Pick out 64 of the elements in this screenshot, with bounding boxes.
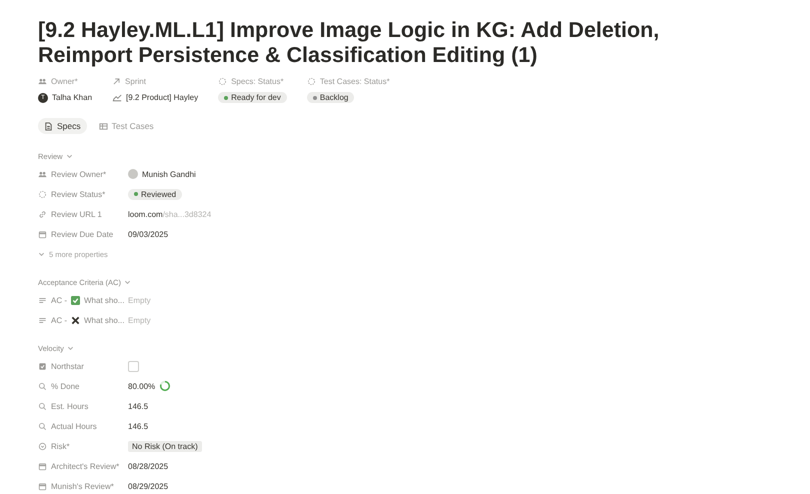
formula-value: 80.00%	[128, 382, 156, 390]
chevron-down-icon	[66, 152, 73, 160]
chevron-down-icon	[38, 250, 45, 258]
property-label: What sho...	[84, 316, 124, 324]
avatar-photo	[128, 169, 138, 179]
property-label: Review Owner*	[51, 170, 106, 178]
search-icon	[38, 422, 47, 430]
status-pill[interactable]: Backlog	[306, 92, 354, 103]
date-value: 08/29/2025	[128, 482, 168, 490]
search-icon	[38, 402, 47, 410]
property-label: Sprint	[125, 77, 146, 86]
url-link[interactable]: loom.com/sha...3d8324	[128, 210, 212, 218]
property-label: Actual Hours	[51, 422, 97, 430]
people-icon	[38, 170, 47, 178]
property-label: Munish's Review*	[51, 482, 114, 490]
property-label: AC -	[51, 316, 67, 324]
chevron-down-icon	[66, 344, 74, 352]
property-label: Review Status*	[51, 190, 106, 198]
dashed-circle-icon	[38, 190, 47, 198]
search-icon	[38, 382, 47, 390]
link-icon	[38, 210, 47, 218]
date-value: 09/03/2025	[128, 230, 168, 238]
property-label: Owner*	[51, 77, 78, 86]
property-label: Northstar	[51, 362, 84, 370]
dashed-circle-icon	[218, 77, 228, 86]
sprint-icon	[112, 93, 122, 102]
property-label: Risk*	[51, 442, 70, 450]
formula-value: 146.5	[128, 422, 148, 430]
check-box-icon	[71, 296, 80, 304]
document-icon	[44, 122, 53, 130]
arrow-icon	[112, 77, 122, 86]
people-icon	[38, 77, 47, 86]
formula-value: 146.5	[128, 402, 148, 410]
property-label: % Done	[51, 382, 80, 390]
status-pill[interactable]: Reviewed	[128, 188, 182, 200]
calendar-icon	[38, 462, 47, 470]
calendar-icon	[38, 230, 47, 238]
date-value: 08/28/2025	[128, 462, 168, 470]
status-pill[interactable]: Ready for dev	[218, 92, 287, 103]
property-label: Est. Hours	[51, 402, 88, 410]
page-title: [9.2 Hayley.ML.L1] Improve Image Logic in KG: Add Deletion, Reimport Persistence & Classification Editing (1)	[38, 18, 660, 68]
progress-ring	[159, 380, 172, 392]
property-label: Review Due Date	[51, 230, 114, 238]
view-tab[interactable]: Specs	[38, 118, 87, 134]
cross-icon	[71, 316, 80, 324]
property-label: AC -	[51, 296, 67, 304]
property-label: Test Cases: Status*	[320, 77, 390, 86]
property-label: Architect's Review*	[51, 462, 120, 470]
chevron-down-icon	[124, 278, 131, 286]
person-name[interactable]: Munish Gandhi	[142, 170, 196, 178]
property-label: Review URL 1	[51, 210, 102, 218]
circle-caret-icon	[38, 442, 47, 450]
checkbox-icon	[38, 362, 47, 370]
property-label: What sho...	[84, 296, 124, 304]
select-tag[interactable]: No Risk (On track)	[128, 440, 202, 452]
text-lines-icon	[38, 316, 47, 324]
text-lines-icon	[38, 296, 47, 304]
dashed-circle-icon	[306, 77, 316, 86]
property-label: Specs: Status*	[231, 77, 284, 86]
calendar-icon	[38, 482, 47, 490]
checkbox[interactable]	[128, 360, 139, 372]
table-icon	[98, 122, 108, 130]
sprint-name[interactable]: [9.2 Product] Hayley	[126, 93, 198, 102]
owner-name[interactable]: Talha Khan	[52, 93, 92, 102]
